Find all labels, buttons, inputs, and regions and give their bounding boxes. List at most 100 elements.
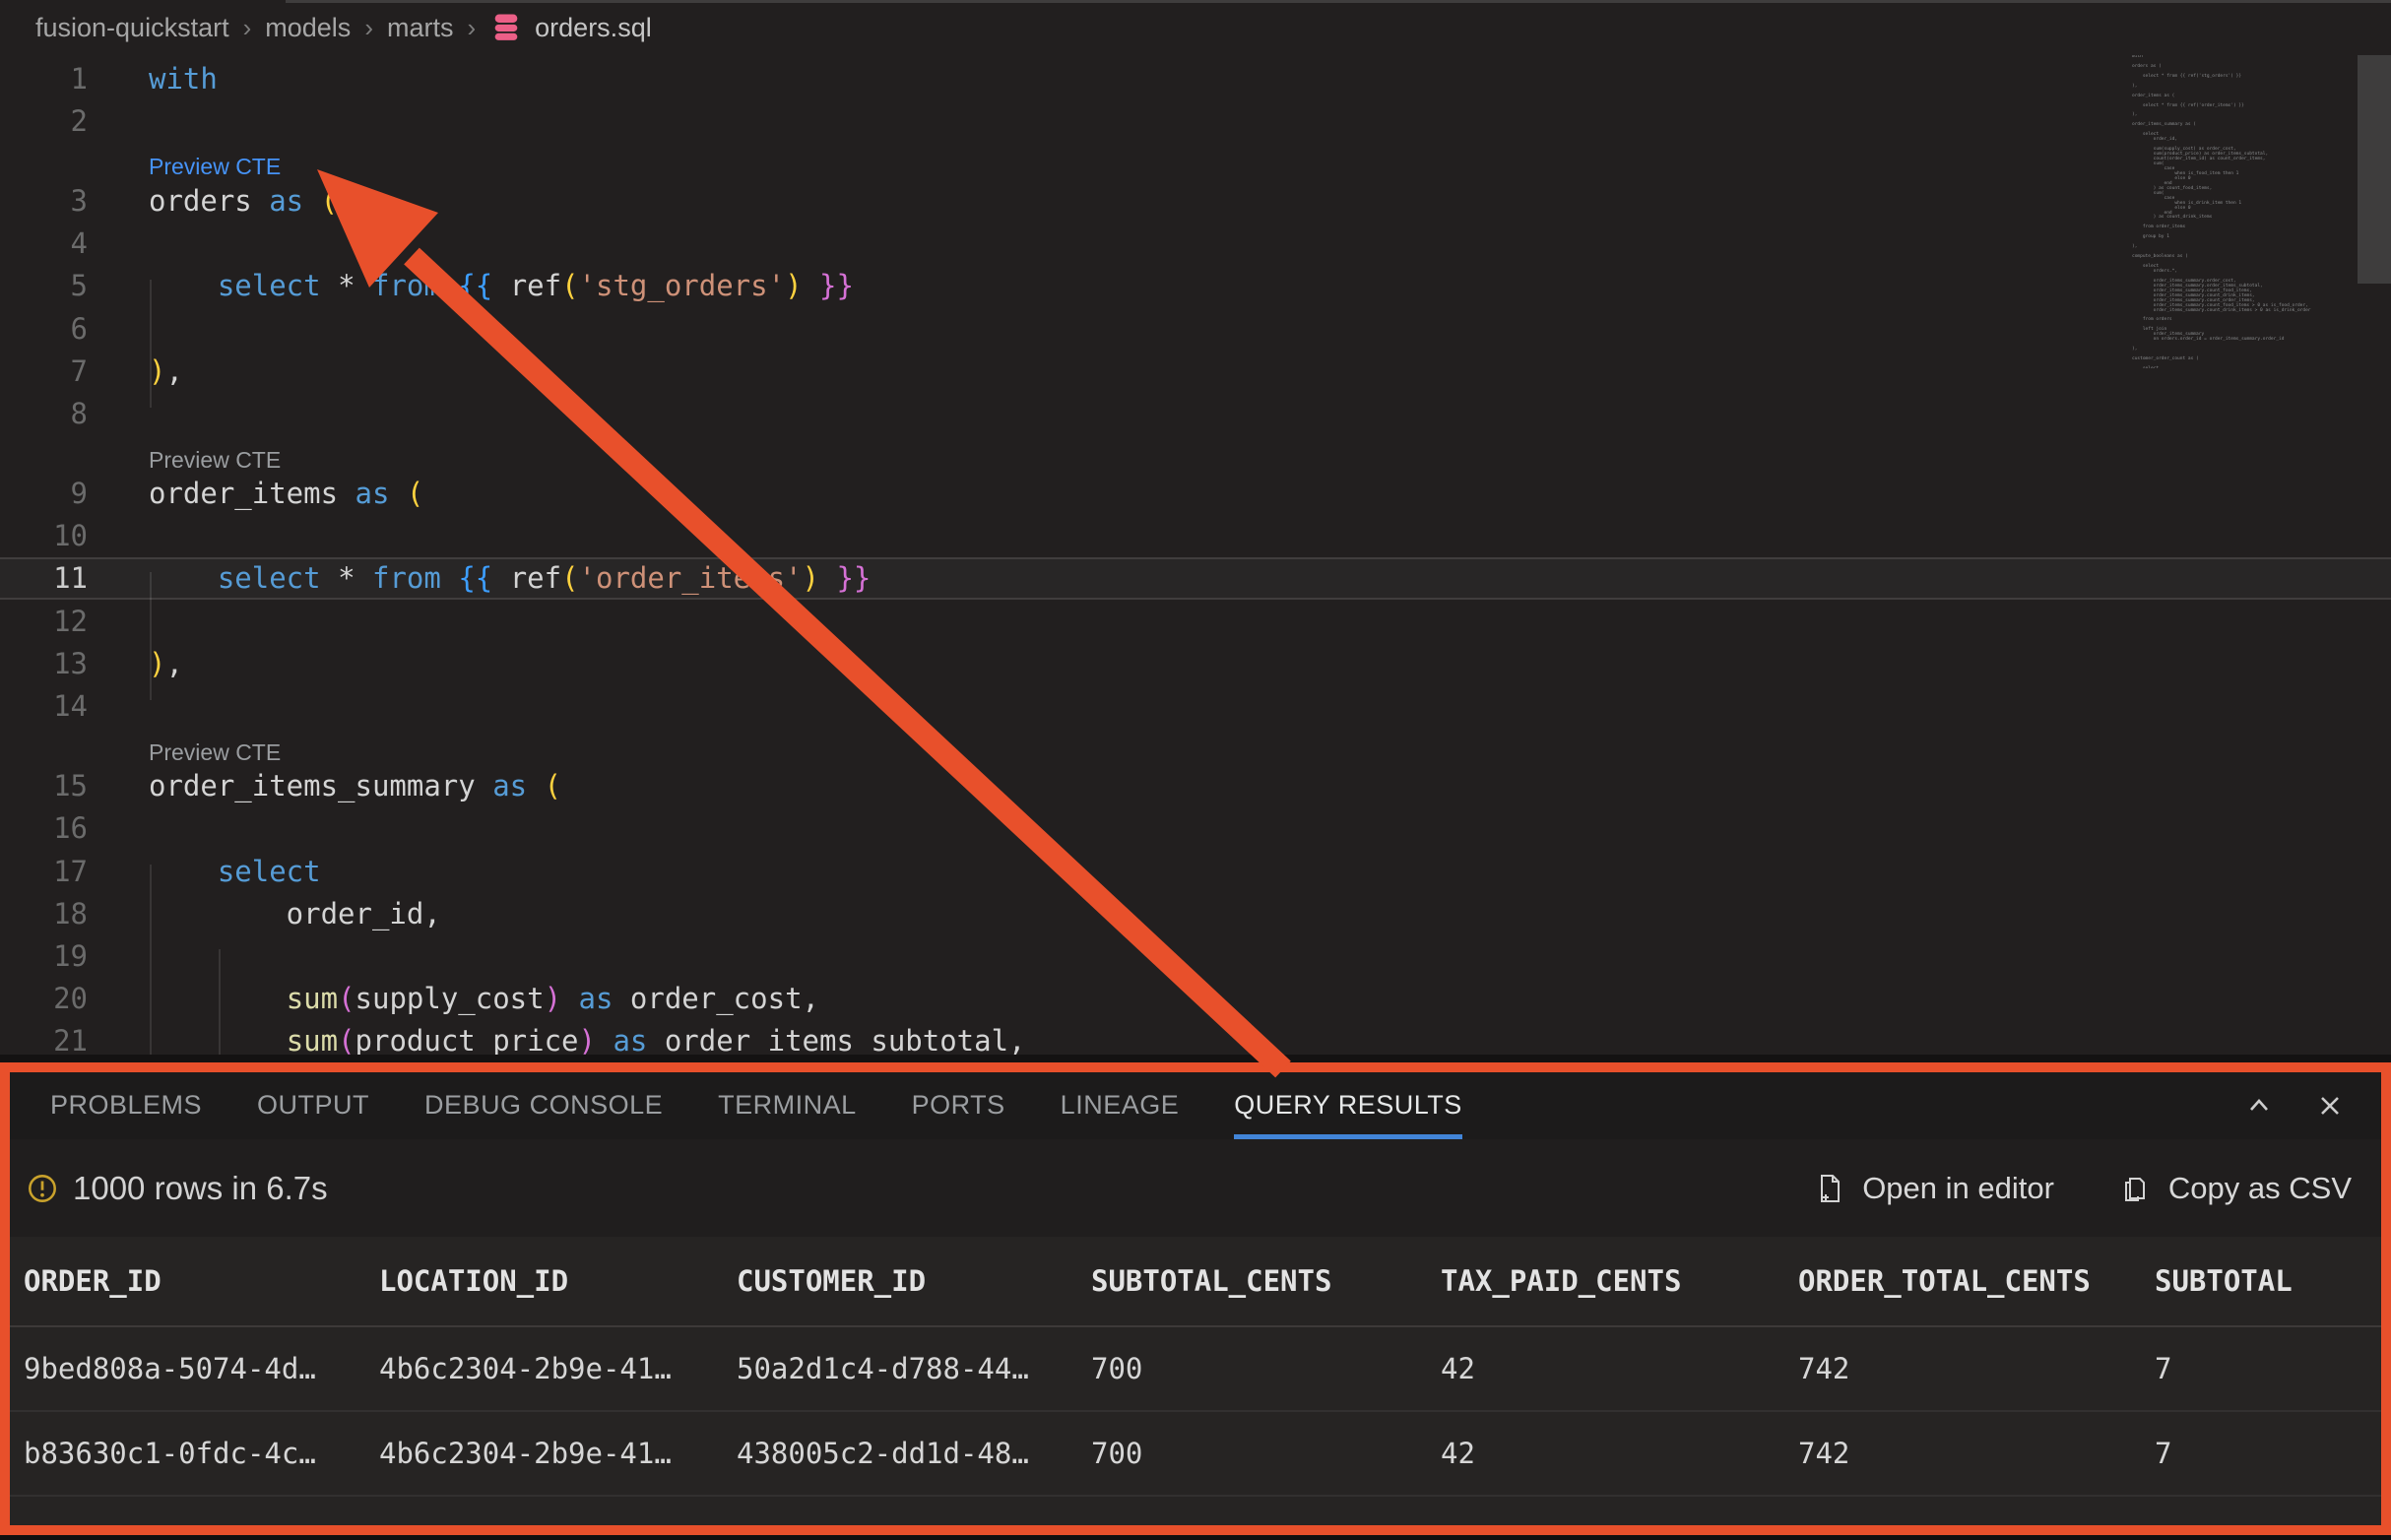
tab-output[interactable]: OUTPUT xyxy=(257,1072,369,1139)
code-lens-preview-cte[interactable]: Preview CTE xyxy=(0,728,2391,765)
tab-terminal[interactable]: TERMINAL xyxy=(718,1072,857,1139)
line-number: 8 xyxy=(0,397,88,430)
code-line[interactable]: 19 xyxy=(0,934,2391,977)
table-cell: 742 xyxy=(1798,1437,2155,1470)
open-in-editor-icon xyxy=(1813,1173,1844,1204)
table-cell: 742 xyxy=(1798,1521,2155,1525)
code-line[interactable]: 15 order_items_summary as ( xyxy=(0,765,2391,807)
breadcrumb-items: fusion-quickstart›models›marts› xyxy=(35,13,489,43)
line-number: 1 xyxy=(0,62,88,96)
breadcrumb-item[interactable]: fusion-quickstart xyxy=(35,13,229,42)
editor-scrollbar[interactable] xyxy=(2358,0,2391,1062)
column-header[interactable]: CUSTOMER_ID xyxy=(737,1264,1091,1298)
code-line[interactable]: 6 xyxy=(0,307,2391,350)
results-actions: Open in editor Copy as CSV xyxy=(1813,1171,2352,1206)
table-cell: 3b4a03db-7b23-46… xyxy=(24,1521,379,1525)
table-row[interactable]: 3b4a03db-7b23-46…4b6c2304-2b9e-41…526126… xyxy=(10,1497,2381,1525)
line-number: 9 xyxy=(0,477,88,510)
column-header[interactable]: ORDER_TOTAL_CENTS xyxy=(1798,1264,2155,1298)
code-text: select xyxy=(149,855,321,888)
code-text: orders as ( xyxy=(149,184,338,218)
column-header[interactable]: SUBTOTAL_CENTS xyxy=(1091,1264,1441,1298)
code-line[interactable]: 13), xyxy=(0,642,2391,684)
table-cell: 42 xyxy=(1441,1352,1798,1385)
minimap-code: with orders as ( select * from {{ ref('s… xyxy=(2132,55,2355,368)
column-header[interactable]: SUBTOTAL xyxy=(2155,1264,2381,1298)
line-number: 11 xyxy=(0,561,88,595)
line-number: 3 xyxy=(0,184,88,218)
warning-icon xyxy=(28,1174,57,1203)
breadcrumb-separator: › xyxy=(364,13,373,42)
breadcrumb: fusion-quickstart›models›marts› orders.s… xyxy=(35,8,652,47)
close-icon[interactable] xyxy=(2313,1089,2347,1123)
code-line[interactable]: 16 xyxy=(0,807,2391,850)
column-header[interactable]: TAX_PAID_CENTS xyxy=(1441,1264,1798,1298)
code-line[interactable]: 17 select xyxy=(0,850,2391,892)
column-header[interactable]: ORDER_ID xyxy=(24,1264,379,1298)
line-number: 19 xyxy=(0,939,88,973)
tab-problems[interactable]: PROBLEMS xyxy=(50,1072,202,1139)
scrollbar-thumb[interactable] xyxy=(2358,55,2391,284)
line-number: 14 xyxy=(0,689,88,723)
code-text: select * from {{ ref('stg_orders') }} xyxy=(149,269,854,302)
code-line[interactable]: 8 xyxy=(0,392,2391,434)
code-text: order_id, xyxy=(149,897,441,930)
table-cell: 700 xyxy=(1091,1521,1441,1525)
code-text: order_items_summary as ( xyxy=(149,769,561,802)
code-line[interactable]: 7), xyxy=(0,350,2391,392)
table-row[interactable]: b83630c1-0fdc-4c…4b6c2304-2b9e-41…438005… xyxy=(10,1412,2381,1497)
results-table: ORDER_IDLOCATION_IDCUSTOMER_IDSUBTOTAL_C… xyxy=(10,1237,2381,1525)
code-line[interactable]: 4 xyxy=(0,223,2391,265)
chevron-up-icon[interactable] xyxy=(2242,1089,2276,1123)
indent-guide xyxy=(219,949,221,1056)
code-line[interactable]: 2 xyxy=(0,99,2391,142)
table-cell: 742 xyxy=(1798,1352,2155,1385)
line-number: 16 xyxy=(0,811,88,845)
window-bottom-edge xyxy=(0,1535,2391,1540)
results-header-row: ORDER_IDLOCATION_IDCUSTOMER_IDSUBTOTAL_C… xyxy=(10,1237,2381,1327)
tab-query-results[interactable]: QUERY RESULTS xyxy=(1234,1072,1462,1139)
code-text: sum(product_price) as order_items_subtot… xyxy=(149,1024,1026,1058)
query-results-panel: PROBLEMS OUTPUT DEBUG CONSOLE TERMINAL PORTS… xyxy=(0,1062,2391,1535)
panel-tabs: PROBLEMS OUTPUT DEBUG CONSOLE TERMINAL PORTS… xyxy=(10,1072,2381,1139)
code-line[interactable]: 5 select * from {{ ref('stg_orders') }} xyxy=(0,265,2391,307)
table-cell: 42 xyxy=(1441,1437,1798,1470)
minimap[interactable]: with orders as ( select * from {{ ref('s… xyxy=(2132,55,2355,368)
code-text: order_items as ( xyxy=(149,477,423,510)
table-cell: 50a2d1c4-d788-44… xyxy=(737,1352,1091,1385)
table-cell: b83630c1-0fdc-4c… xyxy=(24,1437,379,1470)
table-cell: 42 xyxy=(1441,1521,1798,1525)
line-number: 12 xyxy=(0,605,88,638)
table-row[interactable]: 9bed808a-5074-4d…4b6c2304-2b9e-41…50a2d1… xyxy=(10,1327,2381,1412)
code-editor[interactable]: 1with2Preview CTE3orders as (45 select *… xyxy=(0,57,2391,1062)
table-cell: 700 xyxy=(1091,1352,1441,1385)
code-line[interactable]: 18 order_id, xyxy=(0,892,2391,934)
code-line[interactable]: 1with xyxy=(0,57,2391,99)
code-line[interactable]: 11 select * from {{ ref('order_items') }… xyxy=(0,557,2391,600)
code-line[interactable]: 14 xyxy=(0,684,2391,727)
row-count-status: 1000 rows in 6.7s xyxy=(73,1170,328,1207)
column-header[interactable]: LOCATION_ID xyxy=(379,1264,737,1298)
tab-debug-console[interactable]: DEBUG CONSOLE xyxy=(424,1072,663,1139)
code-line[interactable]: 9 order_items as ( xyxy=(0,473,2391,515)
breadcrumb-item[interactable]: marts xyxy=(387,13,454,42)
line-number: 15 xyxy=(0,769,88,802)
line-number: 6 xyxy=(0,312,88,346)
copy-as-csv-button[interactable]: Copy as CSV xyxy=(2119,1171,2352,1206)
code-lens-preview-cte[interactable]: Preview CTE xyxy=(0,142,2391,179)
code-lens-preview-cte[interactable]: Preview CTE xyxy=(0,435,2391,473)
code-line[interactable]: 10 xyxy=(0,515,2391,557)
breadcrumb-item[interactable]: models xyxy=(265,13,351,42)
open-in-editor-button[interactable]: Open in editor xyxy=(1813,1171,2054,1206)
table-cell: 7 xyxy=(2155,1437,2381,1470)
window-top-edge xyxy=(286,0,2391,3)
code-line[interactable]: 20 sum(supply_cost) as order_cost, xyxy=(0,978,2391,1020)
tab-ports[interactable]: PORTS xyxy=(912,1072,1005,1139)
code-text: ), xyxy=(149,647,183,680)
code-line[interactable]: 3 orders as ( xyxy=(0,179,2391,222)
table-cell: 700 xyxy=(1091,1437,1441,1470)
breadcrumb-file[interactable]: orders.sql xyxy=(535,13,652,43)
code-line[interactable]: 12 xyxy=(0,600,2391,642)
table-cell: 4b6c2304-2b9e-41… xyxy=(379,1521,737,1525)
tab-lineage[interactable]: LINEAGE xyxy=(1061,1072,1180,1139)
